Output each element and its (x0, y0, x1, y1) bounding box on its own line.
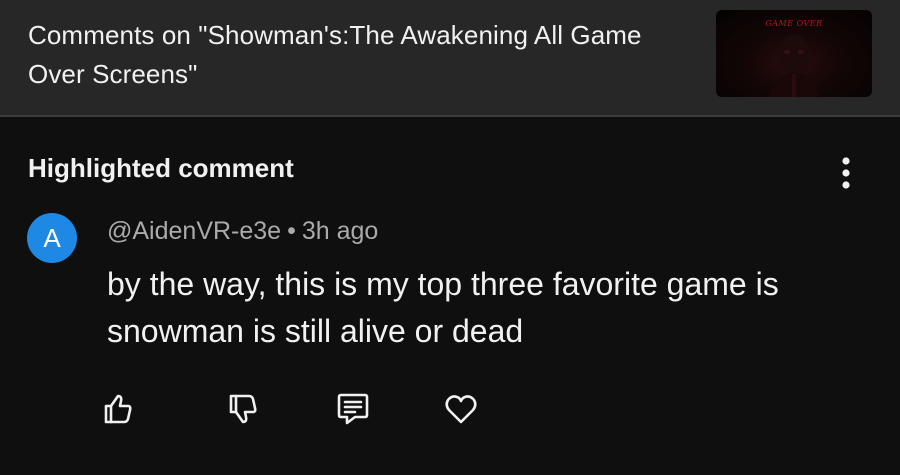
thumbnail-figure (768, 35, 820, 97)
heart-icon[interactable] (441, 389, 481, 429)
video-thumbnail[interactable]: GAME OVER (716, 10, 872, 97)
comment-author[interactable]: @AidenVR-e3e (107, 217, 281, 245)
dislike-icon[interactable] (223, 389, 263, 429)
highlighted-comment-heading: Highlighted comment (28, 153, 294, 183)
avatar[interactable]: A (27, 213, 77, 263)
header-divider (0, 115, 900, 117)
comments-panel: Comments on "Showman's:The Awakening All… (0, 0, 900, 475)
comments-header: Comments on "Showman's:The Awakening All… (0, 0, 900, 115)
reply-icon[interactable] (333, 389, 373, 429)
like-icon[interactable] (98, 389, 138, 429)
comment-text: by the way, this is my top three favorit… (107, 266, 779, 349)
meta-separator: • (287, 217, 296, 245)
comment-meta: @AidenVR-e3e • 3h ago (107, 217, 378, 246)
comment-time: 3h ago (301, 217, 379, 245)
more-vert-icon[interactable] (832, 154, 860, 192)
comments-title: Comments on "Showman's:The Awakening All… (28, 20, 642, 89)
